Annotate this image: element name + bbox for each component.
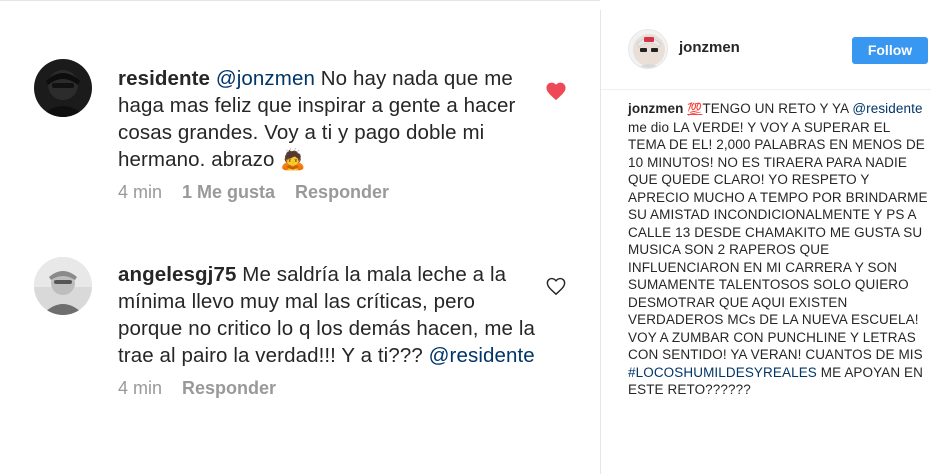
caption-mention[interactable]: @residente <box>852 101 922 116</box>
caption-text-1: TENGO UN RETO Y YA <box>702 101 853 116</box>
post-panel: jonzmen Follow jonzmen 💯TENGO UN RETO Y … <box>600 10 931 474</box>
comment-body: angelesgj75 Me saldría la mala leche a l… <box>118 261 538 399</box>
comment-text: residente @jonzmen No hay nada que me ha… <box>118 65 538 173</box>
likes-count[interactable]: 1 Me gusta <box>182 182 275 203</box>
follow-button[interactable]: Follow <box>852 37 928 64</box>
bowing-emoji: 🙇 <box>280 148 306 171</box>
comment-mention[interactable]: @residente <box>429 344 535 367</box>
instagram-screenshot: residente @jonzmen No hay nada que me ha… <box>0 0 931 474</box>
caption-hashtag[interactable]: #LOCOSHUMILDESYREALES <box>628 365 817 380</box>
avatar[interactable] <box>34 257 92 315</box>
avatar[interactable] <box>34 59 92 117</box>
comment-mention[interactable]: @jonzmen <box>216 67 315 90</box>
post-header: jonzmen Follow <box>601 10 931 90</box>
heart-filled-icon[interactable] <box>545 81 567 106</box>
reply-button[interactable]: Responder <box>182 378 276 399</box>
caption-text-2: me dio LA VERDE! Y VOY A SUPERAR EL TEMA… <box>628 119 928 363</box>
comment-text: angelesgj75 Me saldría la mala leche a l… <box>118 261 538 369</box>
comment-body: residente @jonzmen No hay nada que me ha… <box>118 65 538 203</box>
post-username[interactable]: jonzmen <box>679 39 740 56</box>
avatar[interactable] <box>628 29 668 69</box>
comment-username[interactable]: residente <box>118 67 210 90</box>
comments-zoom: residente @jonzmen No hay nada que me ha… <box>0 0 600 474</box>
comment-meta: 4 min Responder <box>118 378 538 399</box>
hundred-points-icon: 💯 <box>687 102 703 116</box>
comment-time[interactable]: 4 min <box>118 182 162 203</box>
comment-username[interactable]: angelesgj75 <box>118 263 236 286</box>
comment-meta: 4 min 1 Me gusta Responder <box>118 182 538 203</box>
post-caption: jonzmen 💯TENGO UN RETO Y YA @residente m… <box>628 100 928 399</box>
comment-time[interactable]: 4 min <box>118 378 162 399</box>
heart-outline-icon[interactable] <box>545 276 567 301</box>
reply-button[interactable]: Responder <box>295 182 389 203</box>
caption-username[interactable]: jonzmen <box>628 101 683 116</box>
